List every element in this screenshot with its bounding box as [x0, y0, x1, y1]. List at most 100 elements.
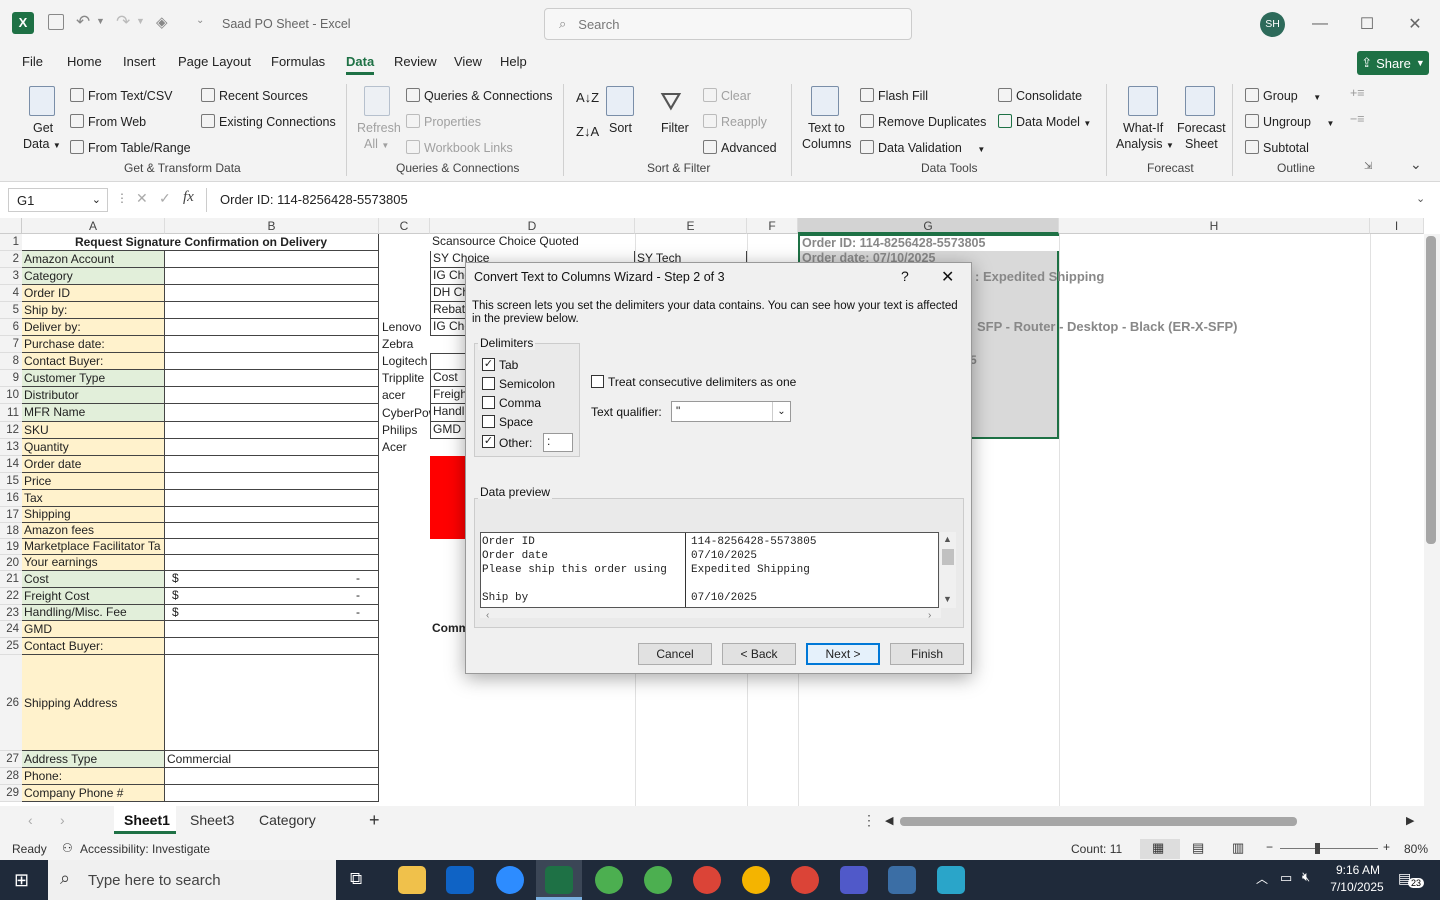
cell-b[interactable]: [165, 655, 379, 751]
chrome-icon[interactable]: [742, 866, 770, 894]
filter-button[interactable]: Filter: [661, 121, 689, 135]
dollar-sign[interactable]: $: [170, 605, 184, 621]
cell-b[interactable]: [165, 456, 379, 473]
teams-icon[interactable]: [840, 866, 868, 894]
taskbar-date[interactable]: 7/10/2025: [1328, 880, 1386, 894]
scroll-down-icon[interactable]: ▼: [943, 594, 952, 604]
cell-b[interactable]: [165, 268, 379, 285]
cell-c[interactable]: Logitech: [380, 353, 430, 370]
cell-b[interactable]: [165, 621, 379, 638]
what-if-label-1[interactable]: What-If: [1123, 121, 1163, 135]
other-label[interactable]: Other:: [499, 436, 532, 450]
menu-formulas[interactable]: Formulas: [271, 54, 325, 69]
calculator-icon[interactable]: [888, 866, 916, 894]
row-header[interactable]: 22: [0, 588, 22, 605]
row-header[interactable]: 23: [0, 605, 22, 621]
refresh-label-2[interactable]: All ▼: [364, 137, 389, 151]
name-box[interactable]: G1 ⌄: [8, 188, 108, 212]
cell-b[interactable]: [165, 588, 379, 605]
cell-b[interactable]: [165, 768, 379, 785]
tab-category[interactable]: Category: [259, 812, 316, 828]
preview-column-break[interactable]: [685, 533, 686, 607]
page-break-view-icon[interactable]: ▥: [1232, 840, 1244, 856]
dash-value[interactable]: -: [354, 571, 368, 588]
row-header[interactable]: 26: [0, 655, 22, 751]
cell-b[interactable]: [165, 285, 379, 302]
reapply-button[interactable]: Reapply: [703, 114, 767, 129]
next-button[interactable]: Next >: [806, 643, 880, 665]
prev-sheet-icon[interactable]: ‹: [28, 812, 33, 828]
cell-a[interactable]: MFR Name: [22, 404, 165, 422]
cell-b[interactable]: [165, 473, 379, 490]
chrome-icon[interactable]: [595, 866, 623, 894]
from-web-button[interactable]: From Web: [70, 114, 146, 129]
tab-sheet1[interactable]: Sheet1: [124, 812, 170, 828]
red-fill[interactable]: [430, 456, 470, 539]
row-header[interactable]: 9: [0, 370, 22, 387]
share-button[interactable]: ⇪ Share ▼: [1357, 51, 1429, 75]
get-data-label-2[interactable]: Data ▼: [23, 137, 61, 151]
col-header-d[interactable]: D: [430, 218, 635, 234]
normal-view-icon[interactable]: ▦: [1152, 840, 1164, 856]
sort-ascending-icon[interactable]: A↓Z: [576, 90, 599, 105]
tray-expand-icon[interactable]: ︿: [1256, 870, 1268, 887]
data-model-button[interactable]: Data Model ▼: [998, 114, 1091, 129]
taskbar-time[interactable]: 9:16 AM: [1330, 863, 1386, 877]
show-detail-icon[interactable]: +≡: [1350, 86, 1365, 100]
accessibility-status[interactable]: Accessibility: Investigate: [80, 842, 210, 856]
row-header[interactable]: 12: [0, 422, 22, 439]
close-icon[interactable]: ✕: [1392, 0, 1438, 48]
zoom-icon[interactable]: [496, 866, 524, 894]
sort-button[interactable]: Sort: [609, 121, 632, 135]
cell-a[interactable]: Order date: [22, 456, 165, 473]
menu-view[interactable]: View: [454, 54, 482, 69]
cell-b[interactable]: [165, 539, 379, 555]
cell-c[interactable]: Acer: [380, 439, 430, 456]
file-explorer-icon[interactable]: [398, 866, 426, 894]
row-header[interactable]: 28: [0, 768, 22, 785]
menu-data[interactable]: Data: [346, 54, 375, 75]
next-sheet-icon[interactable]: ›: [60, 812, 65, 828]
remove-duplicates-button[interactable]: Remove Duplicates: [860, 114, 986, 129]
row-header[interactable]: 8: [0, 353, 22, 370]
row-header[interactable]: 4: [0, 285, 22, 302]
cell-b[interactable]: [165, 370, 379, 387]
dialog-launcher-icon[interactable]: ⇲: [1364, 161, 1372, 172]
hscroll-right-icon[interactable]: ▶: [1406, 814, 1414, 827]
col-header-i[interactable]: I: [1370, 218, 1424, 234]
row-header[interactable]: 7: [0, 336, 22, 353]
data-validation-button[interactable]: Data Validation ▼: [860, 140, 985, 155]
cell-a[interactable]: GMD: [22, 621, 165, 638]
cell-a[interactable]: Company Phone #: [22, 785, 165, 802]
dollar-sign[interactable]: $: [170, 571, 184, 588]
properties-button[interactable]: Properties: [406, 114, 481, 129]
dash-value[interactable]: -: [354, 588, 368, 605]
windows-start-icon[interactable]: ⊞: [14, 870, 29, 891]
tab-checkbox[interactable]: ✓: [482, 358, 495, 371]
excel-taskbar-icon[interactable]: [545, 866, 573, 894]
cell-c[interactable]: Philips: [380, 422, 430, 439]
refresh-label-1[interactable]: Refresh: [357, 121, 401, 135]
user-avatar[interactable]: SH: [1260, 12, 1285, 37]
row-header[interactable]: 13: [0, 439, 22, 456]
from-table-range-button[interactable]: From Table/Range: [70, 140, 191, 155]
space-checkbox[interactable]: [482, 415, 495, 428]
menu-file[interactable]: File: [22, 54, 43, 69]
cell-a[interactable]: Marketplace Facilitator Ta: [22, 539, 165, 555]
cell-d1[interactable]: Scansource Choice Quoted: [430, 234, 635, 251]
cell-b[interactable]: [165, 387, 379, 404]
preview-scroll-thumb[interactable]: [942, 549, 954, 565]
forecast-label-1[interactable]: Forecast: [1177, 121, 1226, 135]
redo-icon[interactable]: ↷: [116, 12, 130, 32]
cell-b[interactable]: [165, 422, 379, 439]
cell-g3[interactable]: : Expedited Shipping: [973, 269, 1273, 286]
semicolon-checkbox[interactable]: [482, 377, 495, 390]
row-header[interactable]: 19: [0, 539, 22, 555]
cell-c[interactable]: Tripplite: [380, 370, 430, 387]
row-header[interactable]: 2: [0, 251, 22, 268]
row-header[interactable]: 18: [0, 523, 22, 539]
menu-insert[interactable]: Insert: [123, 54, 156, 69]
confirm-entry-icon[interactable]: ✓: [159, 190, 171, 207]
cell-a[interactable]: Category: [22, 268, 165, 285]
cell-a[interactable]: Amazon Account: [22, 251, 165, 268]
